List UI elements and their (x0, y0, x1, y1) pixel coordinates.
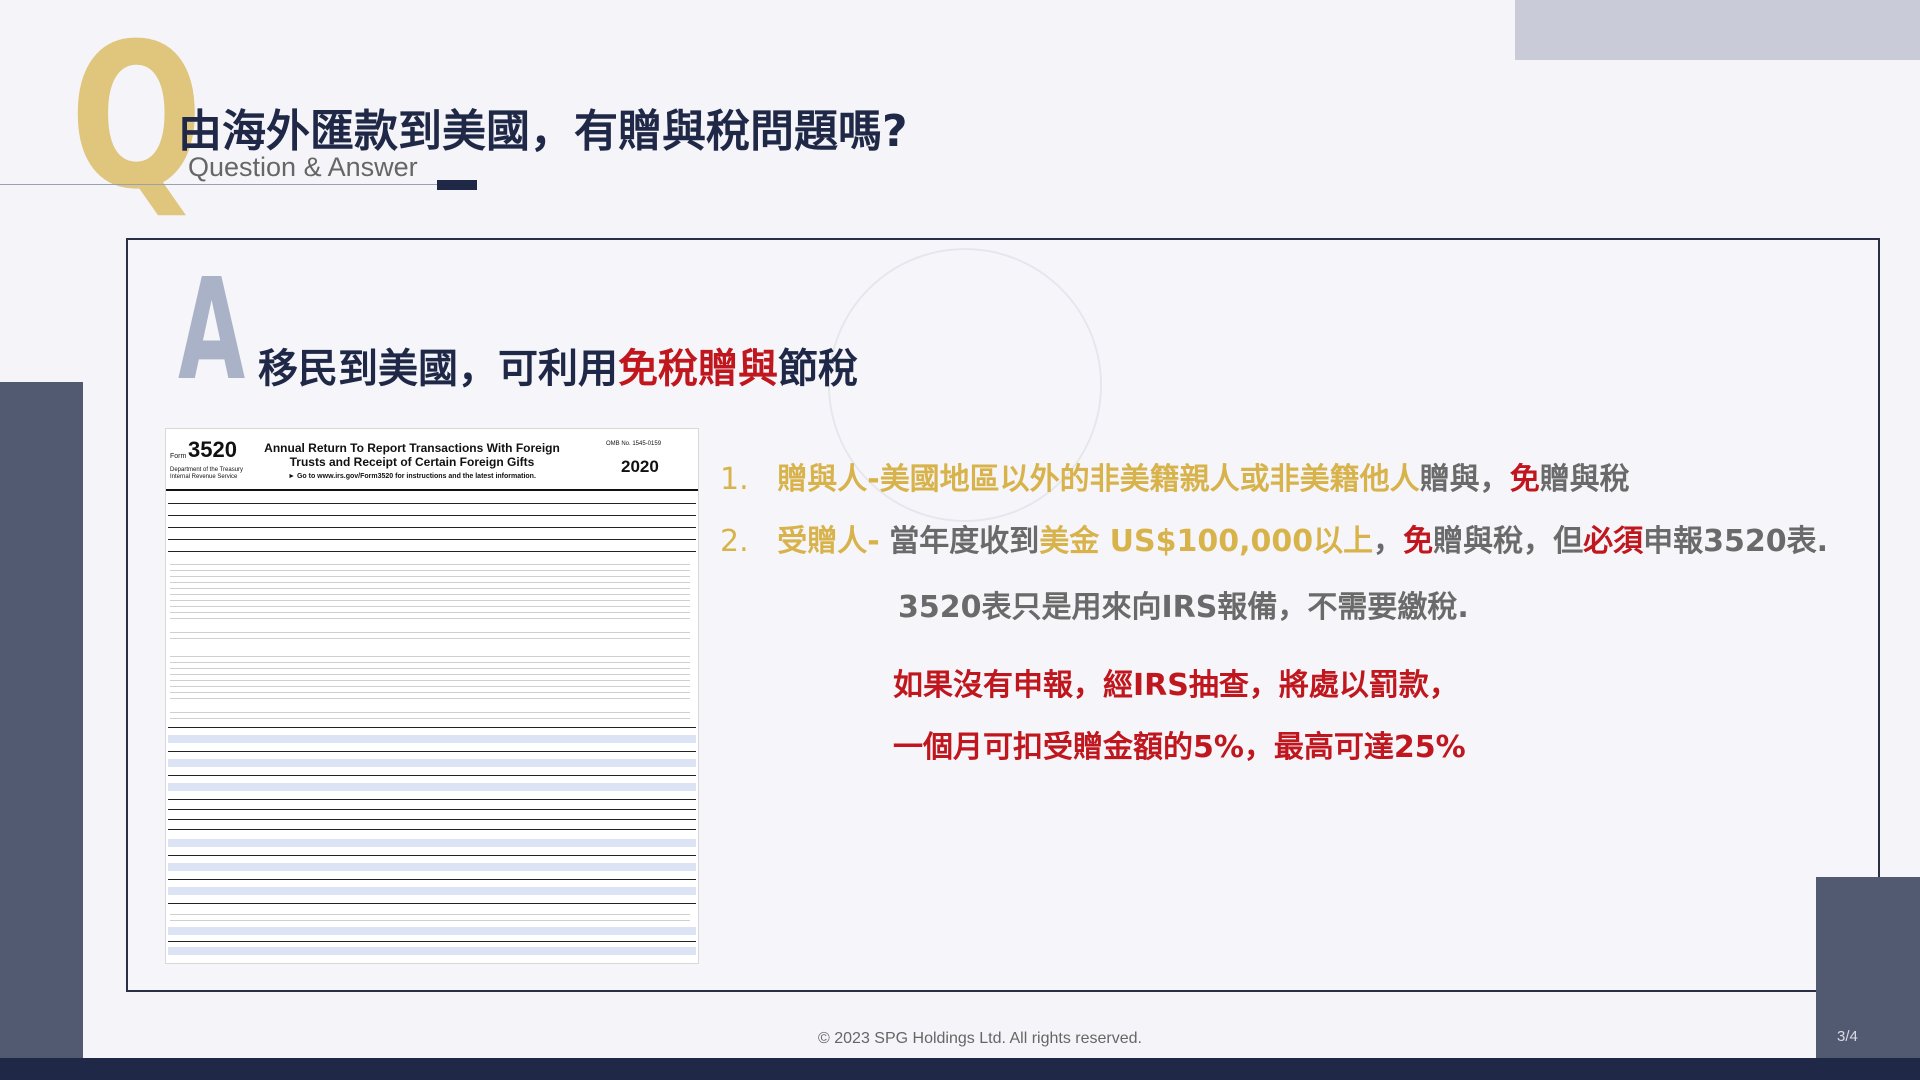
form-rule (168, 879, 696, 880)
answer-title-part1: 移民到美國，可利用 (258, 346, 618, 392)
form-text-block (170, 559, 690, 619)
form-rule (168, 819, 696, 820)
page-number: 3/4 (1837, 1028, 1858, 1045)
page-subtitle: Question & Answer (188, 152, 418, 182)
form-field (168, 927, 696, 935)
penalty-warning-line2: 一個月可扣受贈金額的5%，最高可達25% (893, 730, 1466, 765)
irs-form-3520-image: Form 3520 Department of the Treasury Int… (165, 428, 699, 964)
form-rule (168, 515, 696, 516)
form-rule (168, 829, 696, 830)
item-highlight: 美國地區以外的非美籍親人或非美籍他人 (879, 462, 1420, 497)
form-field (168, 947, 696, 955)
item-red-text: 免 (1509, 462, 1540, 497)
form-field (168, 759, 696, 767)
form-instructions-link: ► Go to www.irs.gov/Form3520 for instruc… (288, 473, 536, 480)
list-item-2-line2: 3520表只是用來向IRS報備，不需要繳稅. (898, 590, 1469, 625)
answer-title: 移民到美國，可利用免稅贈與節稅 (258, 336, 858, 394)
form-rule (168, 855, 696, 856)
item-red-text: 免 (1403, 524, 1434, 559)
bottom-decor-bar (0, 1058, 1920, 1080)
page-title: 由海外匯款到美國，有贈與稅問題嗎? (178, 106, 908, 157)
item-number: 1. (720, 462, 749, 497)
form-omb: OMB No. 1545-0159 (606, 441, 662, 447)
item-text: 贈與， (1419, 462, 1510, 497)
item-number: 2. (720, 524, 749, 559)
answer-title-part2: 節稅 (778, 346, 858, 392)
form-label: Form (170, 453, 187, 460)
q-letter-logo: Q (70, 1, 203, 234)
form-field (168, 783, 696, 791)
list-item-1: 1. 贈與人-美國地區以外的非美籍親人或非美籍他人贈與，免贈與稅 (720, 460, 1630, 500)
item-label: 受贈人- (777, 524, 880, 559)
form-rule (168, 775, 696, 776)
item-text: 當年度收到 (889, 524, 1040, 559)
form-header: Form 3520 Department of the Treasury Int… (166, 429, 698, 491)
form-rule (168, 941, 696, 942)
left-decor-bar (0, 382, 83, 1058)
item-text: 贈與稅，但 (1433, 524, 1584, 559)
form-rule (168, 751, 696, 752)
form-text-block (170, 651, 690, 699)
form-department: Department of the Treasury Internal Reve… (170, 467, 244, 480)
header-divider (0, 184, 440, 185)
form-rule (168, 727, 696, 728)
form-number: 3520 (188, 437, 237, 462)
form-text-block (170, 707, 690, 723)
form-text-block (170, 627, 690, 643)
form-title: Annual Return To Report Transactions Wit… (264, 441, 560, 469)
a-letter-logo: A (178, 249, 246, 412)
form-field (168, 887, 696, 895)
form-rule (168, 809, 696, 810)
copyright-footer: © 2023 SPG Holdings Ltd. All rights rese… (818, 1030, 1142, 1047)
answer-title-highlight: 免稅贈與 (618, 346, 778, 392)
form-rule (168, 539, 696, 540)
form-text-block (170, 909, 690, 921)
form-rule (168, 551, 696, 552)
form-rule (168, 799, 696, 800)
form-rule (168, 503, 696, 504)
form-rule (168, 903, 696, 904)
list-item-2: 2. 受贈人- 當年度收到美金 US$100,000以上，免贈與稅，但必須申報3… (720, 522, 1828, 562)
item-text: 申報3520表. (1643, 524, 1829, 559)
form-rule (168, 527, 696, 528)
top-right-decor-bar (1515, 0, 1920, 60)
item-label: 贈與人- (777, 462, 880, 497)
item-text: ， (1373, 524, 1404, 559)
form-field (168, 863, 696, 871)
item-highlight: 美金 US$100,000以上 (1039, 524, 1374, 559)
penalty-warning-line1: 如果沒有申報，經IRS抽查，將處以罰款， (893, 668, 1459, 703)
form-field (168, 839, 696, 847)
form-year: 2020 (621, 457, 659, 476)
item-red-text: 必須 (1583, 524, 1644, 559)
item-text: 贈與稅 (1539, 462, 1630, 497)
header-dash (437, 180, 477, 190)
form-field (168, 735, 696, 743)
